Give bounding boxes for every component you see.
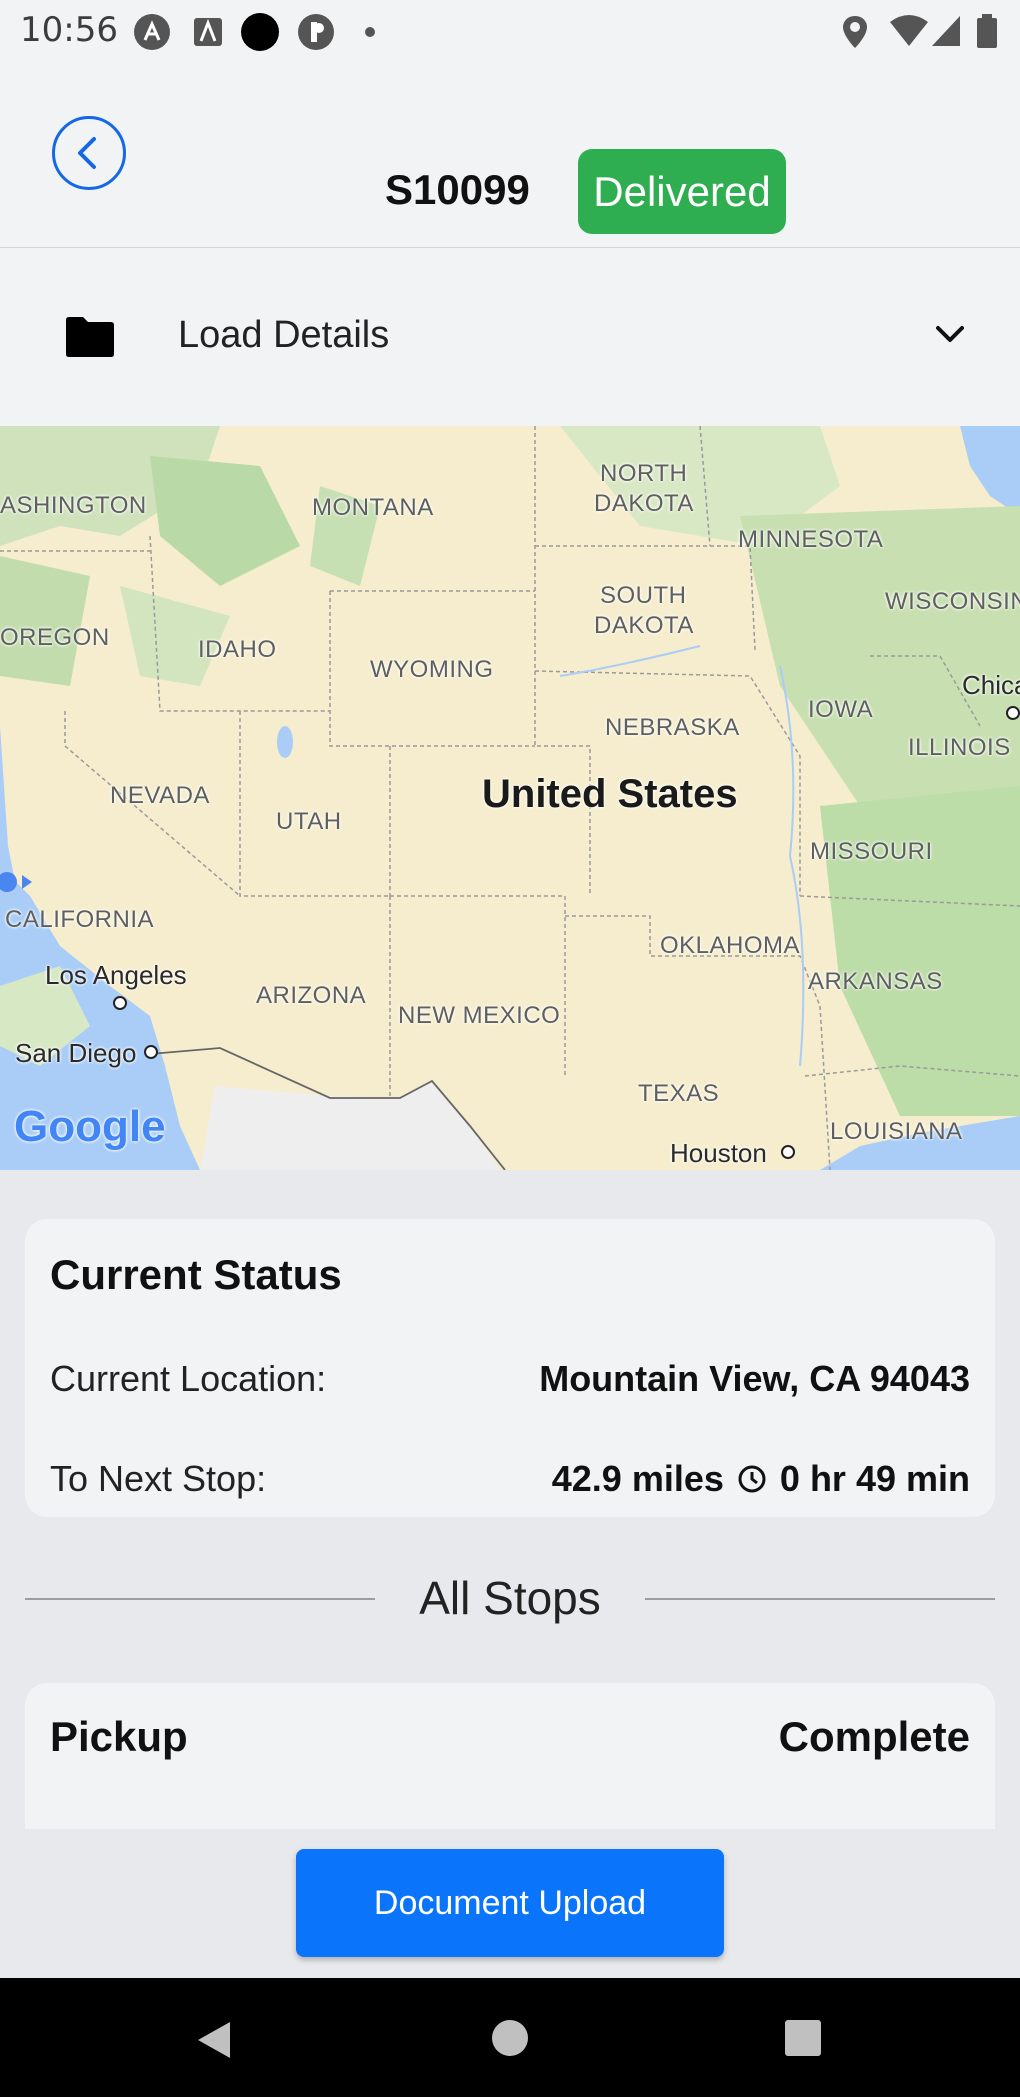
google-logo: Google — [14, 1102, 166, 1151]
signal-icon — [932, 16, 960, 46]
load-details-label: Load Details — [178, 314, 390, 356]
map-label-montana: MONTANA — [312, 494, 434, 521]
map-label-los-angeles: Los Angeles — [45, 960, 187, 990]
map-label-louisiana: LOUISIANA — [830, 1118, 963, 1145]
next-stop-label: To Next Stop: — [50, 1458, 267, 1499]
map-label-arizona: ARIZONA — [256, 982, 367, 1009]
map-label-missouri: MISSOURI — [810, 838, 933, 865]
map-label-illinois: ILLINOIS — [908, 734, 1011, 761]
load-details-toggle[interactable]: Load Details — [0, 248, 1020, 426]
folder-icon — [66, 317, 114, 357]
map-label-houston: Houston — [670, 1138, 767, 1168]
current-status-card: Current Status Current Location: Mountai… — [25, 1219, 995, 1517]
map-label-utah: UTAH — [276, 808, 342, 835]
map-label-south-dakota-1: SOUTH — [600, 582, 687, 609]
back-button[interactable] — [52, 116, 126, 190]
chevron-left-icon — [78, 137, 96, 169]
next-stop-value: 42.9 miles 0 hr 49 min — [552, 1458, 970, 1500]
map-label-north-dakota-2: DAKOTA — [594, 490, 694, 517]
record-notification-icon — [241, 13, 279, 51]
map-label-new-mexico: NEW MEXICO — [398, 1002, 561, 1029]
status-bar: 10:56 — [0, 0, 1020, 62]
stop-card[interactable]: Pickup Complete — [25, 1683, 995, 1829]
battery-icon — [977, 14, 997, 48]
map-label-minnesota: MINNESOTA — [738, 526, 884, 553]
stop-type: Pickup — [50, 1713, 188, 1760]
map-label-oklahoma: OKLAHOMA — [660, 932, 801, 959]
wifi-icon — [890, 15, 928, 46]
map-label-texas: TEXAS — [638, 1080, 720, 1107]
map-label-nebraska: NEBRASKA — [605, 714, 740, 741]
system-nav-bar — [0, 1978, 1020, 2097]
page-header: S10099 Delivered — [0, 62, 1020, 248]
order-id: S10099 — [385, 166, 530, 213]
map-label-nevada: NEVADA — [110, 782, 210, 809]
p-app-notification-icon — [298, 14, 334, 50]
map-label-iowa: IOWA — [808, 696, 874, 723]
map-label-oregon: OREGON — [0, 624, 110, 651]
map-label-washington: ASHINGTON — [0, 492, 147, 519]
location-icon — [843, 16, 867, 48]
next-stop-distance: 42.9 miles — [551, 1458, 724, 1499]
status-time: 10:56 — [20, 10, 118, 50]
clock-icon — [738, 1465, 766, 1493]
next-stop-time: 0 hr 49 min — [779, 1458, 970, 1499]
document-upload-button[interactable]: Document Upload — [296, 1849, 724, 1957]
current-location-label: Current Location: — [50, 1358, 327, 1399]
map-label-country: United States — [482, 772, 738, 816]
map-label-north-dakota-1: NORTH — [600, 460, 688, 487]
current-location-value: Mountain View, CA 94043 — [539, 1358, 970, 1399]
nav-home-icon[interactable] — [492, 2020, 528, 2056]
text-notification-icon — [194, 18, 222, 46]
stop-status: Complete — [778, 1713, 970, 1760]
status-badge: Delivered — [578, 149, 786, 234]
map-label-san-diego: San Diego — [15, 1038, 137, 1068]
current-status-title: Current Status — [50, 1251, 342, 1298]
app-notification-icon — [134, 14, 170, 50]
more-notifications-icon — [365, 27, 375, 37]
route-map[interactable]: ASHINGTON MONTANA NORTH DAKOTA MINNESOTA… — [0, 426, 1020, 1170]
nav-back-icon[interactable] — [194, 2018, 234, 2062]
chevron-down-icon — [936, 326, 964, 342]
nav-recents-icon[interactable] — [785, 2020, 821, 2056]
map-label-idaho: IDAHO — [198, 636, 277, 663]
divider-right — [645, 1598, 995, 1600]
map-label-arkansas: ARKANSAS — [808, 968, 943, 995]
map-label-chicago: Chica — [962, 670, 1020, 700]
map-label-south-dakota-2: DAKOTA — [594, 612, 694, 639]
map-label-wyoming: WYOMING — [370, 656, 494, 683]
map-label-wisconsin: WISCONSIN — [885, 588, 1020, 615]
map-label-california: CALIFORNIA — [5, 906, 155, 933]
